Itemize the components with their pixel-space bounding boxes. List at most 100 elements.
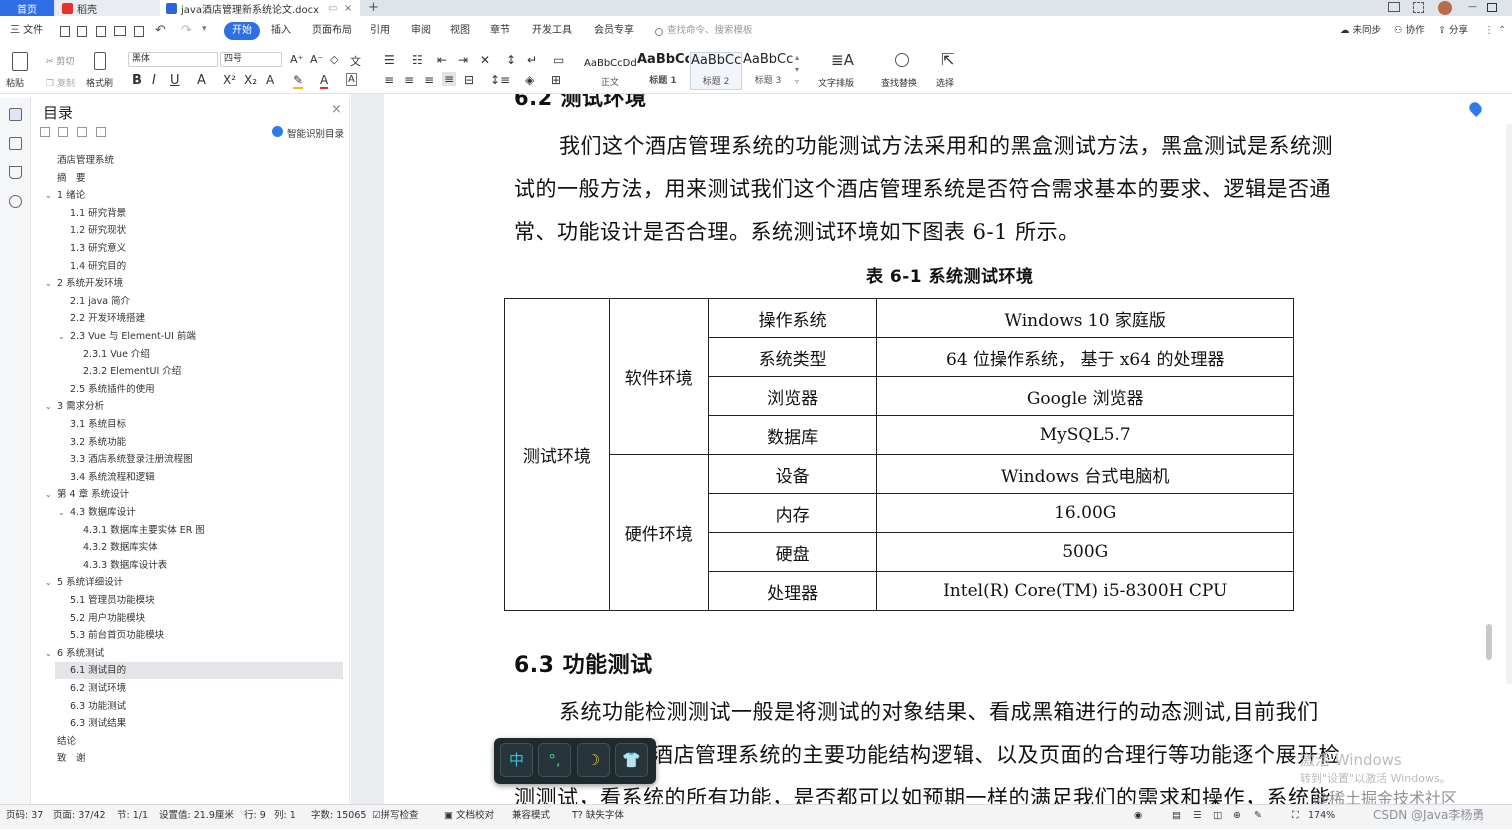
highlight-icon[interactable]: ✎ [293,73,304,89]
char-border-icon[interactable]: A [346,73,357,86]
menu-layout[interactable]: 页面布局 [312,22,352,40]
status-words[interactable]: 字数: 15065 [311,805,366,830]
collab-button[interactable]: ⚇ 协作 [1394,22,1425,40]
paste-icon[interactable] [12,52,28,71]
toc-item[interactable]: 1.3 研究意义 [70,240,126,257]
show-marks-icon[interactable]: ↵ [527,53,537,67]
paste-button[interactable]: 粘贴 [6,76,24,89]
ime-skin-button[interactable]: 👕 [615,743,648,777]
apps-grid-icon[interactable] [1413,2,1424,13]
text-layout-button[interactable]: 文字排版 [818,76,854,89]
command-search-input[interactable]: 查找命令、搜索模板 [667,22,753,40]
bookmark-icon[interactable] [9,166,22,179]
align-right-icon[interactable]: ≡ [424,73,434,87]
subscript-icon[interactable]: X₂ [244,73,257,87]
toc-item[interactable]: 6.3 测试结果 [70,715,126,732]
toc-item[interactable]: 6.1 测试目的 [70,662,126,679]
indent-icon[interactable]: ⇥ [458,53,468,67]
toc-item[interactable]: 3.3 酒店系统登录注册流程图 [70,451,193,468]
table-tools-icon[interactable]: ▭ [553,53,564,67]
tab-daoke[interactable]: 稻壳 [56,0,160,16]
status-page[interactable]: 页面: 37/42 [53,805,106,830]
menu-member[interactable]: 会员专享 [594,22,634,40]
justify-icon[interactable]: ≡ [442,72,457,86]
toc-item[interactable]: 4.3.2 数据库实体 [83,539,158,556]
fit-page-icon[interactable]: ⛶ [1292,805,1299,830]
toc-item[interactable]: 5.2 用户功能模块 [70,610,145,627]
distribute-icon[interactable]: ⊟ [464,73,474,87]
styles-scroll-icon[interactable]: ▴ ▾ ▿ [795,52,799,88]
collapse-all-icon[interactable] [40,127,50,137]
toc-item[interactable]: 5 系统详细设计 [57,574,123,591]
scrollbar-thumb[interactable] [1486,624,1492,660]
numbered-list-icon[interactable]: ☷ [412,53,423,67]
eye-protect-icon[interactable]: ◉ [1134,805,1142,830]
toc-item[interactable]: 3 需求分析 [57,398,104,415]
print-icon[interactable] [114,26,126,36]
toc-item[interactable]: 4.3 数据库设计 [70,504,136,521]
align-center-icon[interactable]: ≡ [404,73,414,87]
toc-item[interactable]: 1.1 研究背景 [70,205,126,222]
toc-item[interactable]: 2.3.2 ElementUI 介绍 [83,363,181,380]
line-spacing-icon[interactable]: ↕≡ [490,73,510,87]
toc-item[interactable]: 3.4 系统流程和逻辑 [70,469,155,486]
copy-button[interactable]: ❐ 复制 [46,76,75,89]
strike-icon[interactable]: A [197,73,206,88]
redo-icon[interactable]: ↷ [181,23,192,38]
find-replace-button[interactable]: 查找替换 [881,76,917,89]
toc-item[interactable]: 3.2 系统功能 [70,434,126,451]
navigation-icon[interactable] [9,137,22,150]
minimize-icon[interactable]: — [1468,2,1477,12]
share-button[interactable]: ⇪ 分享 [1438,22,1468,40]
ime-punctuation-button[interactable]: °, [538,743,571,777]
chinese-layout-icon[interactable]: ✕ [480,53,490,67]
bold-icon[interactable]: B [132,73,142,88]
toc-item[interactable]: 4.3.3 数据库设计表 [83,557,167,574]
ime-language-button[interactable]: 中 [500,743,533,777]
page-view-icon[interactable]: ▤ [1172,805,1181,830]
spellcheck-button[interactable]: ☑拼写检查 [372,805,419,830]
toc-item[interactable]: 6 系统测试 [57,645,104,662]
chevron-down-icon[interactable]: ⌄ [45,645,52,662]
chevron-down-icon[interactable]: ⌄ [45,398,52,415]
menu-chapter[interactable]: 章节 [490,22,510,40]
phonetic-icon[interactable]: 文 [350,53,361,69]
shading-icon[interactable]: ◈ [525,73,534,87]
chevron-down-icon[interactable]: ⌄ [58,504,65,521]
smart-toc-button[interactable]: 智能识别目录 [287,126,344,140]
style-normal[interactable]: AaBbCcDd 正文 [584,52,636,90]
menu-view[interactable]: 视图 [450,22,470,40]
ime-moon-button[interactable]: ☽ [577,743,610,777]
toc-item[interactable]: 2.3 Vue 与 Element-UI 前端 [70,328,196,345]
undo-icon[interactable]: ↶ [155,23,166,38]
menu-review[interactable]: 审阅 [411,22,431,40]
tab-document[interactable]: java酒店管理新系统论文.docx ▭ × [160,0,360,16]
toc-item[interactable]: 2.2 开发环境搭建 [70,310,145,327]
preview-icon[interactable] [134,26,144,37]
layout-icon[interactable] [1388,2,1400,12]
missing-font-button[interactable]: T? 缺失字体 [572,805,624,830]
toc-item[interactable]: 2 系统开发环境 [57,275,123,292]
menu-insert[interactable]: 插入 [271,22,291,40]
outline-view-icon[interactable]: ☰ [1193,805,1202,830]
grow-font-icon[interactable]: A⁺ [290,53,303,66]
toc-item[interactable]: 4.3.1 数据库主要实体 ER 图 [83,522,205,539]
borders-icon[interactable]: ⊞ [551,73,561,87]
maximize-icon[interactable] [1487,3,1497,12]
find-icon[interactable] [9,195,22,208]
more-icon[interactable]: ▾ [202,24,207,34]
style-heading3[interactable]: AaBbCc 标题 3 [743,52,793,90]
toc-item[interactable]: 结论 [57,733,76,750]
toc-item[interactable]: 摘 要 [57,170,86,187]
close-tab-icon[interactable]: × [344,3,352,14]
export-icon[interactable] [77,26,87,37]
outdent-icon[interactable]: ⇤ [437,53,447,67]
font-name-select[interactable]: 黑体 [128,52,218,67]
font-color-icon[interactable]: A [320,73,329,89]
toc-item[interactable]: 3.1 系统目标 [70,416,126,433]
clear-format-icon[interactable]: ◇ [330,53,338,66]
close-icon[interactable]: × [331,102,342,117]
toc-item[interactable]: 1.2 研究现状 [70,222,126,239]
toc-item[interactable]: 6.3 功能测试 [70,698,126,715]
save-icon[interactable] [60,26,70,37]
